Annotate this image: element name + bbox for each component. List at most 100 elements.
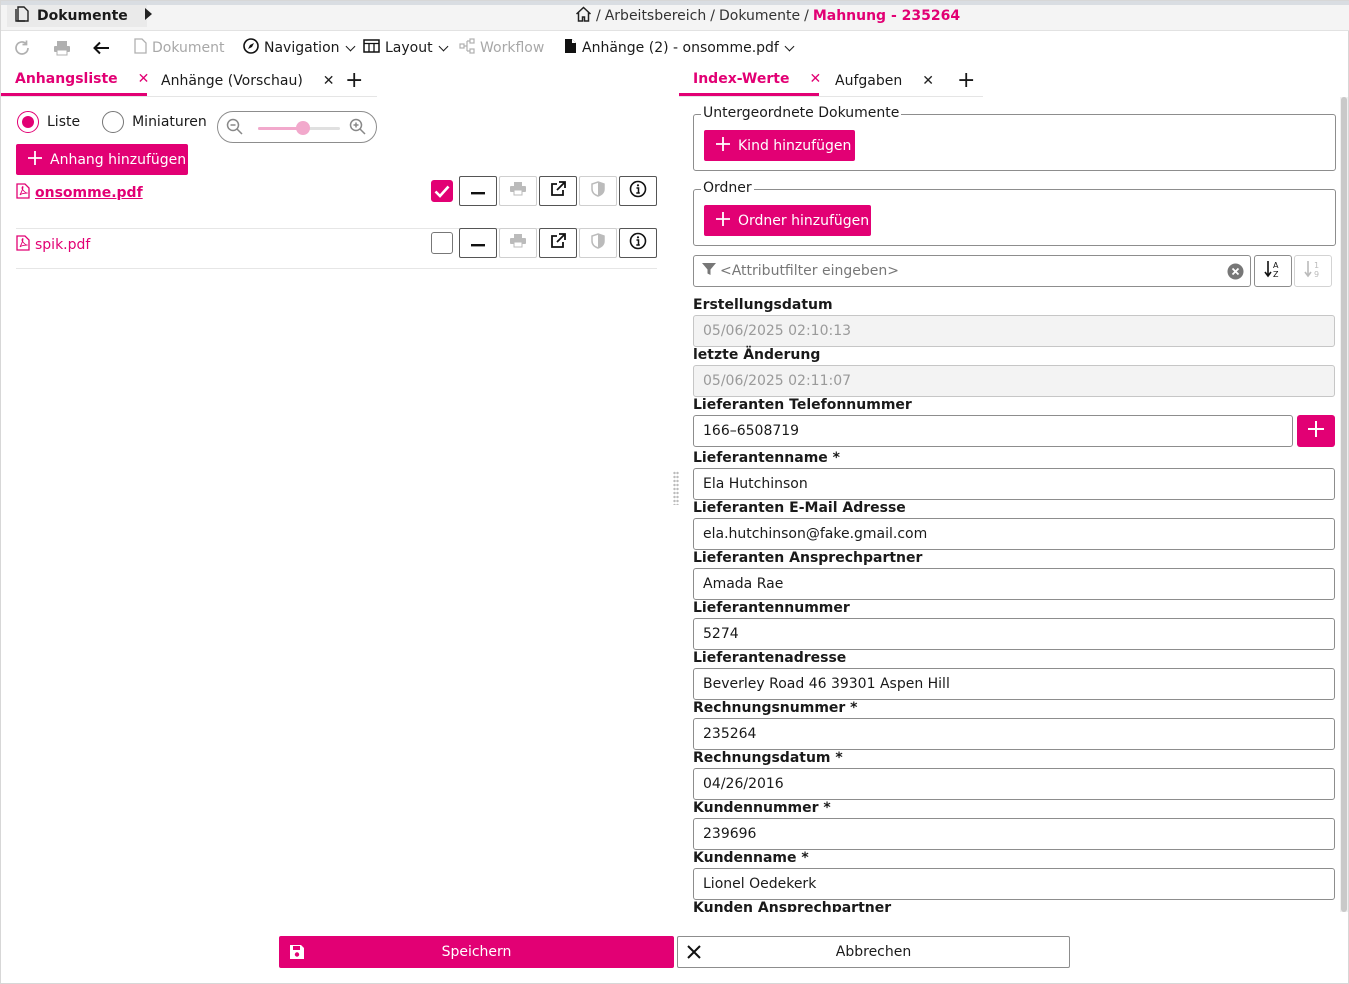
attachment-checkbox[interactable] — [431, 232, 453, 254]
documents-tab[interactable]: Dokumente — [7, 5, 152, 27]
info-button[interactable] — [619, 228, 657, 258]
info-button[interactable] — [619, 176, 657, 206]
cancel-button-label: Abbrechen — [835, 944, 912, 960]
document-menu[interactable]: Dokument — [134, 31, 225, 65]
add-child-button[interactable]: Kind hinzufügen — [704, 130, 855, 161]
layout-menu-label: Layout — [385, 40, 433, 56]
text-field[interactable]: ela.hutchinson@fake.gmail.com — [693, 518, 1335, 550]
sort-numeric-button[interactable]: 19 — [1294, 255, 1332, 287]
workflow-icon — [459, 38, 475, 58]
remove-button[interactable] — [459, 176, 497, 206]
text-field[interactable]: 166–6508719 — [693, 415, 1293, 447]
tab-attachments-preview[interactable]: Anhänge (Vorschau) ✕ — [147, 65, 335, 96]
add-attachment-button[interactable]: Anhang hinzufügen — [16, 144, 188, 175]
add-tab-icon[interactable]: + — [943, 65, 989, 96]
add-folder-button[interactable]: Ordner hinzufügen — [704, 205, 871, 236]
chevron-down-icon — [438, 41, 449, 51]
radio-list[interactable] — [17, 111, 39, 133]
save-button-label: Speichern — [441, 944, 512, 960]
text-field[interactable]: Amada Rae — [693, 568, 1335, 600]
text-field[interactable]: 04/26/2016 — [693, 768, 1335, 800]
plus-icon — [1308, 421, 1324, 441]
save-button[interactable]: Speichern — [279, 936, 674, 968]
print-button[interactable] — [499, 228, 537, 258]
field-label: Lieferantenname * — [693, 450, 840, 466]
scrollbar-thumb[interactable] — [1341, 97, 1347, 912]
plus-icon — [28, 150, 42, 169]
text-field[interactable]: Ela Hutchinson — [693, 468, 1335, 500]
toolbar: Dokument Navigation Layout Workflow Anhä… — [1, 31, 1349, 65]
cancel-button[interactable]: Abbrechen — [677, 936, 1070, 968]
back-arrow-icon[interactable] — [93, 31, 110, 65]
close-icon[interactable]: ✕ — [922, 73, 934, 89]
open-external-button[interactable] — [539, 228, 577, 258]
minus-icon — [471, 235, 485, 251]
tab-index-values[interactable]: Index-Werte ✕ — [679, 65, 821, 96]
field-value: 05/06/2025 02:11:07 — [703, 373, 852, 389]
svg-text:1: 1 — [1314, 261, 1319, 270]
breadcrumb-item-documents[interactable]: Dokumente — [719, 8, 800, 24]
protect-button[interactable] — [579, 176, 617, 206]
tab-tasks[interactable]: Aufgaben ✕ — [819, 65, 943, 96]
text-field[interactable]: 239696 — [693, 818, 1335, 850]
attachments-menu[interactable]: Anhänge (2) - onsomme.pdf — [564, 31, 795, 65]
field-label: Rechnungsdatum * — [693, 750, 843, 766]
print-icon[interactable] — [53, 31, 71, 65]
zoom-slider[interactable] — [258, 121, 340, 135]
chevron-down-icon — [345, 41, 355, 51]
tab-attachment-list[interactable]: Anhangsliste ✕ — [1, 65, 149, 96]
header-bar: Dokumente / Arbeitsbereich / Dokumente /… — [1, 5, 1349, 31]
text-field[interactable]: Lionel Oedekerk — [693, 868, 1335, 900]
open-external-button[interactable] — [539, 176, 577, 206]
field-label: Erstellungsdatum — [693, 297, 833, 313]
attachment-name: onsomme.pdf — [35, 185, 143, 201]
attachment-link[interactable]: onsomme.pdf — [16, 183, 143, 203]
attribute-filter-input[interactable]: <Attributfilter eingeben> — [693, 255, 1251, 287]
field-value: 235264 — [703, 726, 757, 742]
radio-thumbnails[interactable] — [102, 111, 125, 133]
info-icon — [629, 180, 647, 202]
zoom-in-icon[interactable] — [349, 118, 367, 140]
chevron-down-icon — [784, 41, 795, 51]
breadcrumb-item-workspace[interactable]: Arbeitsbereich — [605, 8, 707, 24]
protect-button[interactable] — [579, 228, 617, 258]
document-icon — [134, 38, 147, 58]
caret-right-icon[interactable] — [144, 8, 152, 24]
attachment-checkbox[interactable] — [431, 180, 453, 202]
home-icon[interactable] — [575, 6, 592, 26]
close-icon[interactable]: ✕ — [323, 73, 335, 89]
field-label: Lieferanten E-Mail Adresse — [693, 500, 906, 516]
text-field[interactable]: 235264 — [693, 718, 1335, 750]
documents-tab-label: Dokumente — [37, 8, 128, 24]
add-folder-label: Ordner hinzufügen — [738, 212, 870, 229]
add-value-button[interactable] — [1297, 415, 1335, 447]
print-button[interactable] — [499, 176, 537, 206]
sort-alpha-button[interactable]: AZ — [1254, 255, 1292, 287]
navigation-menu[interactable]: Navigation — [243, 31, 355, 65]
external-link-icon — [550, 233, 566, 253]
text-field[interactable]: Beverley Road 46 39301 Aspen Hill — [693, 668, 1335, 700]
index-values-panel: Untergeordnete Dokumente Kind hinzufügen… — [679, 97, 1349, 912]
attribute-filter-row: <Attributfilter eingeben> AZ 19 — [693, 255, 1336, 287]
field-value: Lionel Oedekerk — [703, 876, 817, 892]
workflow-menu-label: Workflow — [480, 40, 545, 56]
file-icon — [564, 38, 577, 58]
attachment-row: onsomme.pdf — [16, 176, 657, 229]
add-tab-icon[interactable]: + — [331, 65, 377, 96]
zoom-out-icon[interactable] — [226, 118, 244, 140]
text-field[interactable]: 5274 — [693, 618, 1335, 650]
close-icon — [686, 944, 702, 964]
zoom-slider-thumb[interactable] — [296, 121, 311, 135]
field-value: Amada Rae — [703, 576, 784, 592]
workflow-menu[interactable]: Workflow — [459, 31, 544, 65]
attachment-list-panel: Liste Miniaturen Anhang hinzufügen onsom… — [1, 97, 673, 912]
attachment-link[interactable]: spik.pdf — [16, 235, 90, 255]
field-value: 166–6508719 — [703, 423, 800, 439]
field-label: Rechnungsnummer * — [693, 700, 858, 716]
remove-button[interactable] — [459, 228, 497, 258]
index-values-scrollbar[interactable] — [1340, 97, 1348, 912]
layout-menu[interactable]: Layout — [363, 31, 449, 65]
attachment-name: spik.pdf — [35, 237, 91, 253]
clear-icon[interactable] — [1227, 263, 1244, 284]
refresh-icon[interactable] — [13, 31, 31, 65]
